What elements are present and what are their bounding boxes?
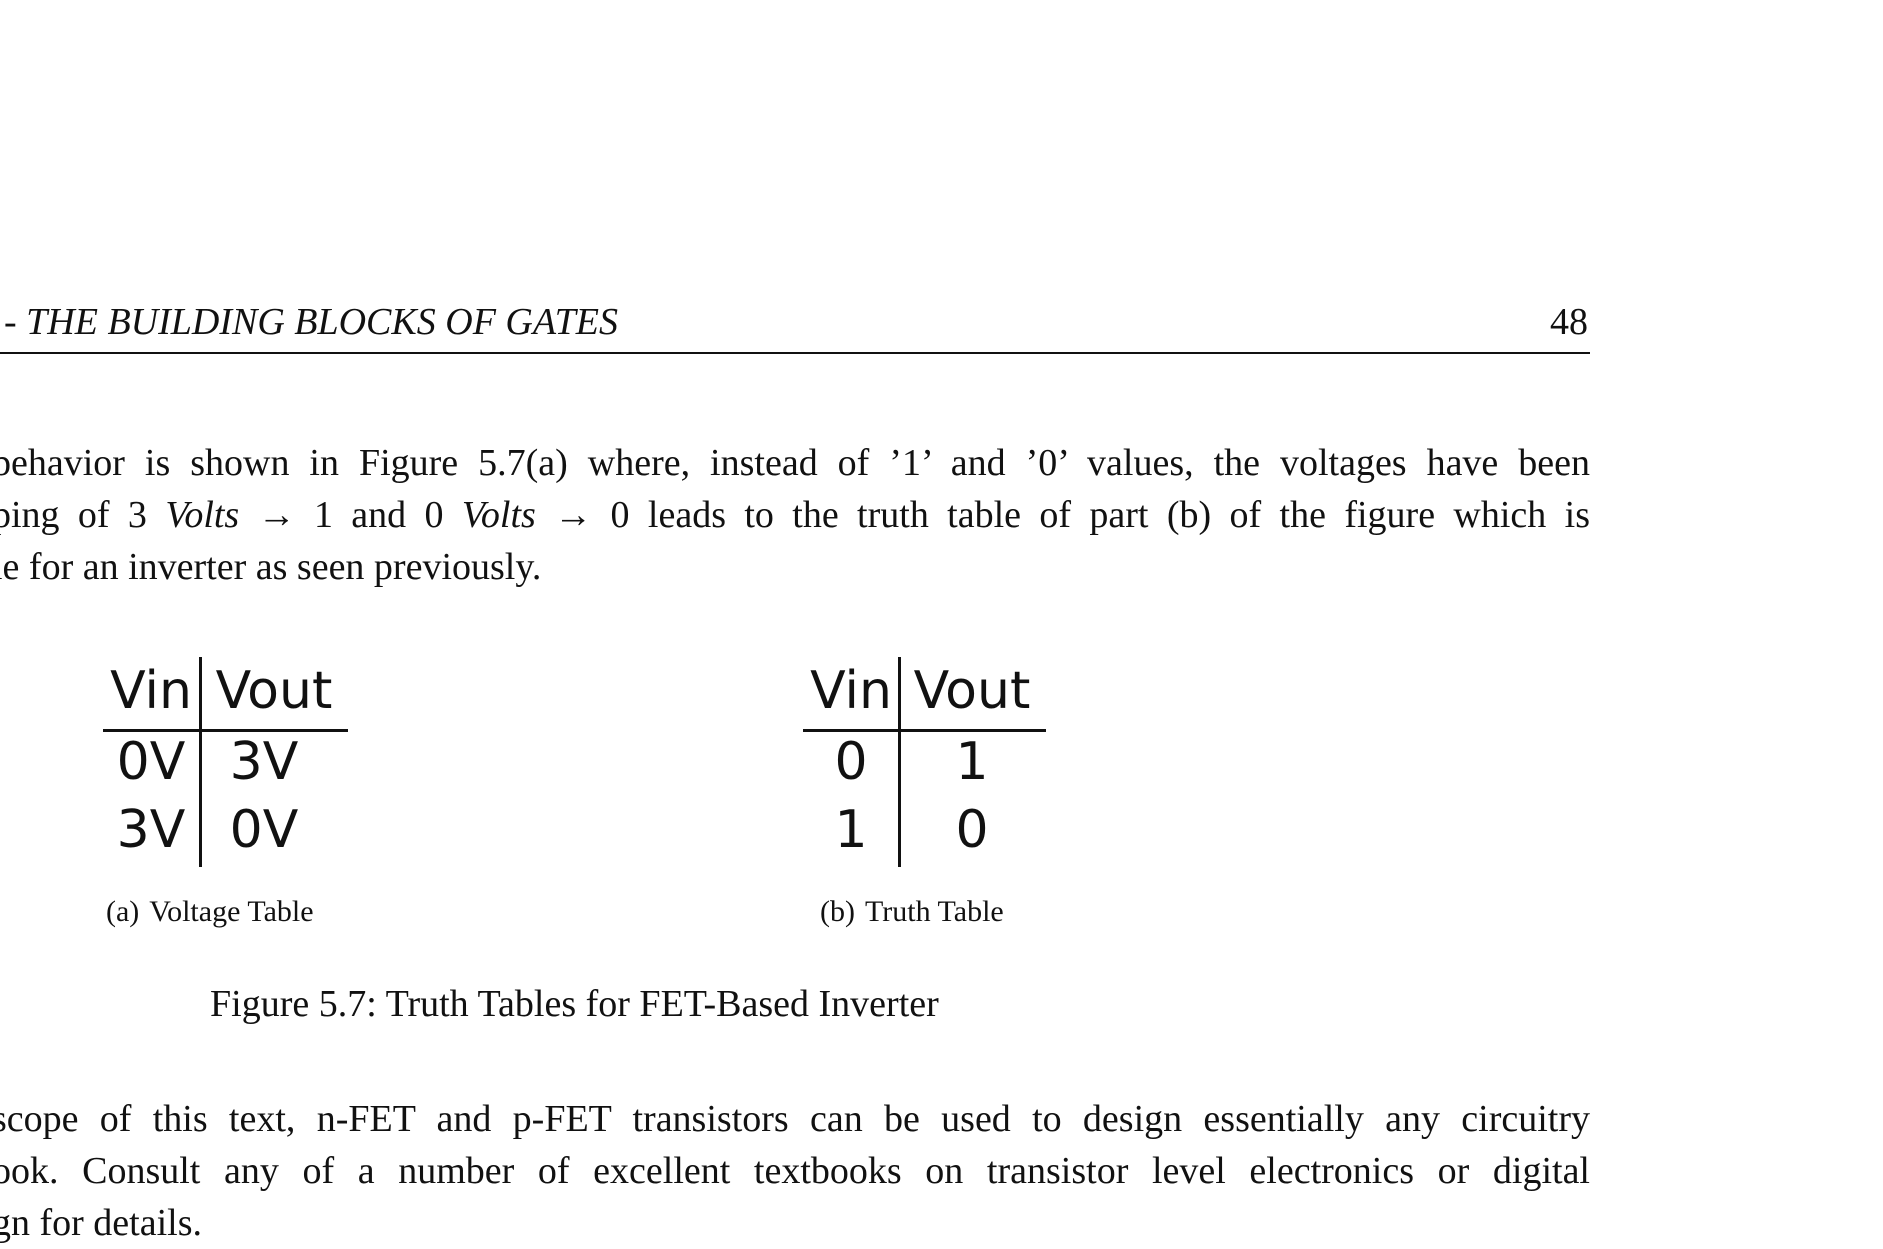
subcaption-b: (b) Truth Table [820,895,1004,928]
paragraph-body: scope of this text, n-FET and p-FET tran… [0,1093,1590,1249]
table-cell: 3V [116,800,186,860]
table-cell: 0 [834,732,868,792]
table-cell: 3V [229,732,299,792]
table-header-cell: Vout [215,661,333,721]
chapter-title: - THE BUILDING BLOCKS OF GATES [4,301,618,343]
running-header: - THE BUILDING BLOCKS OF GATES 48 [0,298,1590,354]
table-cell: 0 [955,800,989,860]
paragraph-line: behavior is shown in Figure 5.7(a) where… [0,442,1590,484]
table-header-cell: Vin [810,661,892,721]
table-rule [803,729,1046,732]
table-cell: 1 [834,800,868,860]
math-volts: Volts [165,494,240,536]
table-header-cell: Vout [913,661,1031,721]
truth-table: Vin Vout 0 1 1 0 [803,657,1046,867]
paragraph-line: ping of 3 Volts → 1 and 0 Volts → 0 lead… [0,494,1590,536]
paragraph-line: gn for details. [0,1202,203,1244]
page-number: 48 [1550,301,1588,343]
table-rule [199,657,202,867]
paragraph-line: ook. Consult any of a number of excellen… [0,1150,1590,1192]
math-volts: Volts [461,494,536,536]
table-rule [103,729,348,732]
paragraph-line: scope of this text, n-FET and p-FET tran… [0,1098,1590,1140]
subcaption-a: (a) Voltage Table [106,895,314,928]
table-rule [898,657,901,867]
table-cell: 0V [229,800,299,860]
table-cell: 1 [955,732,989,792]
table-header-cell: Vin [110,661,192,721]
paragraph-intro: behavior is shown in Figure 5.7(a) where… [0,437,1590,593]
paragraph-line: le for an inverter as seen previously. [0,546,542,588]
table-cell: 0V [116,732,186,792]
voltage-table: Vin Vout 0V 3V 3V 0V [103,657,348,867]
figure-caption: Figure 5.7: Truth Tables for FET-Based I… [210,983,939,1025]
